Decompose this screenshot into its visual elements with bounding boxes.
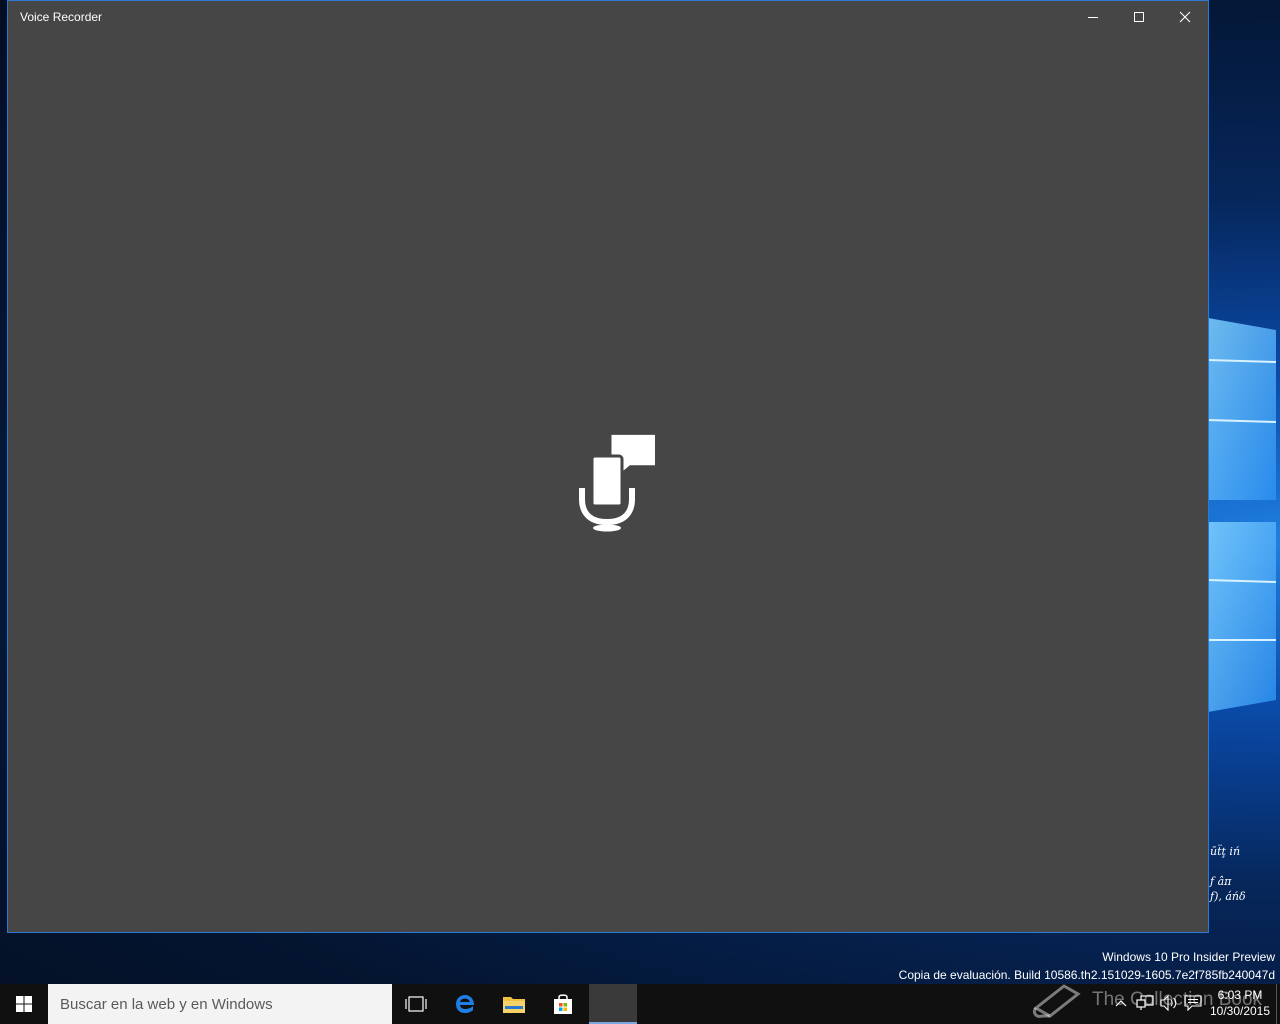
edge-button[interactable] <box>441 984 489 1024</box>
task-view-button[interactable] <box>392 984 440 1024</box>
minimize-icon <box>1088 17 1098 18</box>
show-desktop-button[interactable] <box>1276 984 1280 1024</box>
close-icon <box>1179 11 1191 23</box>
action-center-button[interactable] <box>1182 992 1204 1014</box>
search-placeholder: Buscar en la web y en Windows <box>60 996 273 1013</box>
book-icon <box>1032 984 1081 1018</box>
chevron-up-icon <box>1115 1000 1127 1007</box>
volume-icon <box>1160 995 1177 1011</box>
clock-date: 10/30/2015 <box>1209 1004 1271 1018</box>
windows-start-icon <box>16 996 32 1012</box>
taskbar: Buscar en la web y en Windows The Collec… <box>0 984 1280 1024</box>
clock[interactable]: 6:03 PM 10/30/2015 <box>1206 987 1274 1019</box>
volume-button[interactable] <box>1158 992 1180 1014</box>
os-watermark-line2: Copia de evaluación. Build 10586.th2.151… <box>898 968 1275 982</box>
microphone-speech-icon <box>579 434 655 532</box>
title-bar[interactable]: Voice Recorder <box>8 1 1208 33</box>
show-hidden-icons-button[interactable] <box>1110 992 1132 1014</box>
desktop-garbled-text-2: ƒ âπ <box>1210 875 1232 888</box>
edge-icon <box>456 995 474 1013</box>
store-button[interactable] <box>539 984 587 1024</box>
start-button[interactable] <box>0 984 48 1024</box>
voice-recorder-taskbar-button[interactable] <box>589 984 637 1024</box>
windows-logo-wallpaper <box>1208 318 1277 712</box>
action-center-icon <box>1184 995 1202 1011</box>
task-view-icon <box>405 996 427 1012</box>
window-title: Voice Recorder <box>20 10 103 24</box>
file-explorer-button[interactable] <box>490 984 538 1024</box>
os-watermark-line1: Windows 10 Pro Insider Preview <box>1102 950 1275 964</box>
desktop-garbled-text-1: ūẗţ iń <box>1210 845 1241 858</box>
file-explorer-icon <box>503 997 525 1013</box>
close-button[interactable] <box>1162 1 1208 33</box>
minimize-button[interactable] <box>1070 1 1116 33</box>
maximize-button[interactable] <box>1116 1 1162 33</box>
voice-recorder-window: Voice Recorder <box>7 0 1209 933</box>
network-button[interactable] <box>1134 992 1156 1014</box>
clock-time: 6:03 PM <box>1217 988 1263 1002</box>
maximize-icon <box>1134 12 1144 22</box>
desktop-garbled-text-3: ƒ), áńδ <box>1210 890 1246 903</box>
store-icon <box>554 994 572 1014</box>
search-input[interactable]: Buscar en la web y en Windows <box>48 984 392 1024</box>
network-icon <box>1136 995 1154 1010</box>
